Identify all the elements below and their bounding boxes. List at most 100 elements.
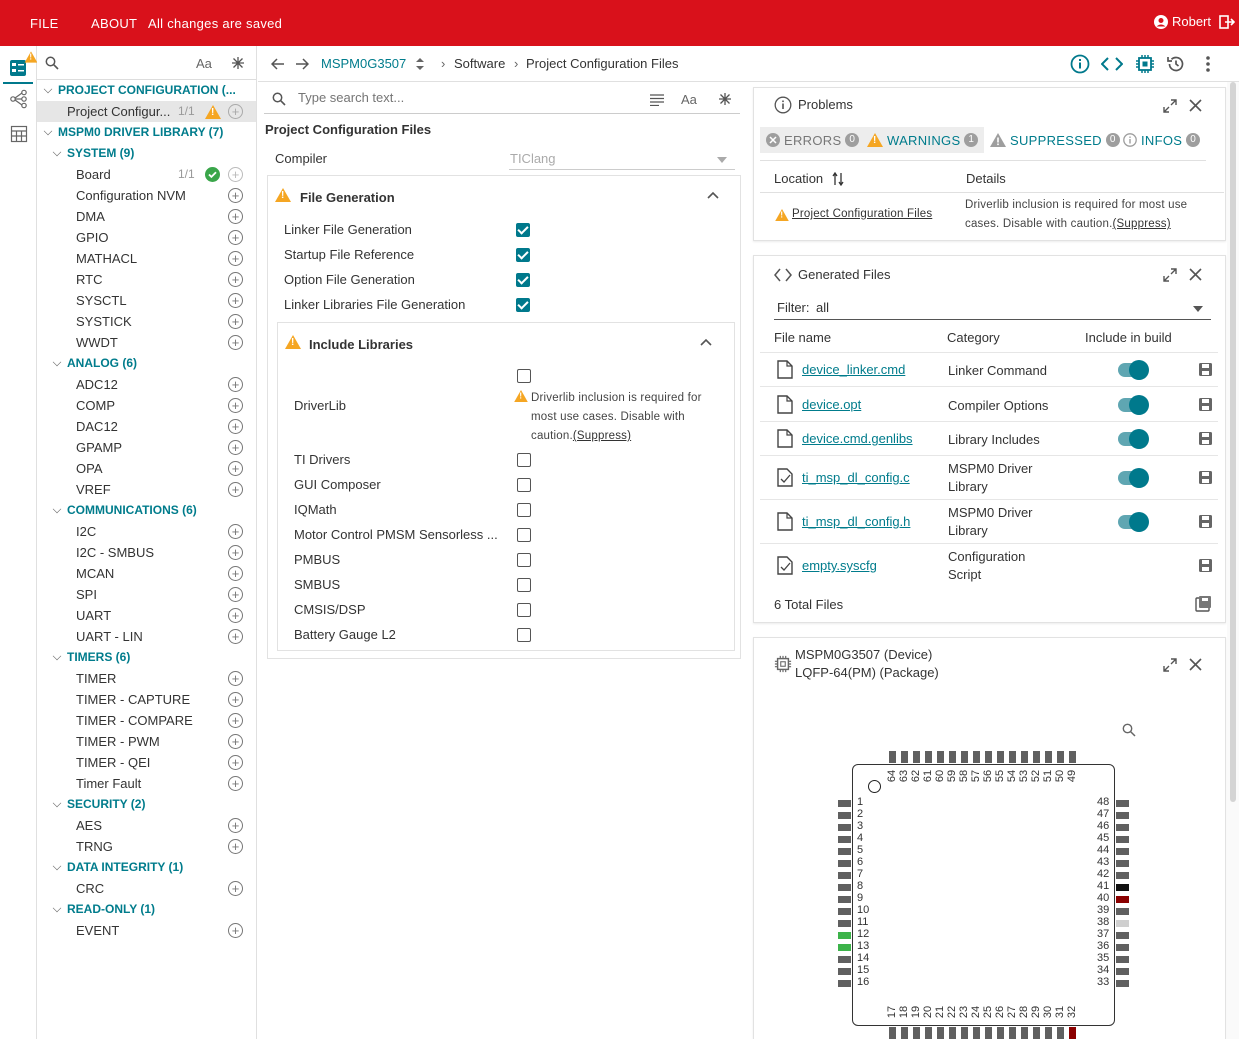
tree-group-3[interactable]: TIMERS (6) (37, 647, 256, 668)
pin[interactable] (961, 751, 968, 763)
tree-item[interactable]: CRC + (37, 878, 256, 899)
pin[interactable] (973, 1027, 980, 1039)
file-menu[interactable]: FILE (30, 16, 59, 31)
pin[interactable] (1057, 751, 1064, 763)
tree-item[interactable]: I2C + (37, 521, 256, 542)
pin[interactable] (925, 1027, 932, 1039)
suppress-link[interactable]: (Suppress) (1113, 218, 1171, 230)
file-name-link[interactable]: device.cmd.genlibs (802, 431, 913, 446)
tree-item[interactable]: ADC12 + (37, 374, 256, 395)
add-module-icon[interactable]: + (228, 755, 243, 770)
add-module-icon[interactable]: + (228, 251, 243, 266)
tree-item[interactable]: DMA + (37, 206, 256, 227)
library-checkbox[interactable] (517, 503, 531, 517)
compiler-select[interactable]: TIClang (509, 148, 735, 170)
pin[interactable] (838, 860, 851, 867)
pin[interactable] (937, 1027, 944, 1039)
tree-item[interactable]: WWDT + (37, 332, 256, 353)
add-module-icon[interactable]: + (228, 713, 243, 728)
pin[interactable] (838, 872, 851, 879)
filegen-checkbox[interactable] (516, 248, 530, 262)
pin[interactable] (961, 1027, 968, 1039)
pin[interactable] (1116, 836, 1129, 843)
tree-project-config-file[interactable]: Project Configur... 1/1 + (37, 101, 256, 122)
add-module-icon[interactable]: + (228, 230, 243, 245)
tab-suppressed[interactable]: SUPPRESSED 0 (984, 127, 1126, 153)
scrollbar-thumb[interactable] (1230, 82, 1236, 802)
tree-item[interactable]: TIMER + (37, 668, 256, 689)
pin[interactable] (1033, 751, 1040, 763)
pin[interactable] (1045, 1027, 1052, 1039)
tree-item[interactable]: VREF + (37, 479, 256, 500)
add-module-icon[interactable]: + (228, 461, 243, 476)
add-module-icon[interactable]: + (228, 440, 243, 455)
breadcrumb-device[interactable]: MSPM0G3507 (321, 56, 406, 71)
library-checkbox[interactable] (517, 578, 531, 592)
pin[interactable] (838, 884, 851, 891)
library-checkbox[interactable] (517, 553, 531, 567)
pin[interactable] (925, 751, 932, 763)
file-name-link[interactable]: ti_msp_dl_config.c (802, 470, 910, 485)
pin[interactable] (1045, 751, 1052, 763)
pin[interactable] (889, 751, 896, 763)
pin[interactable] (1116, 944, 1129, 951)
pin[interactable] (997, 751, 1004, 763)
more-menu-icon[interactable] (1205, 55, 1211, 73)
sparkle-filter-icon[interactable] (718, 92, 732, 106)
tree-item[interactable]: I2C - SMBUS + (37, 542, 256, 563)
zoom-icon[interactable] (1122, 723, 1136, 737)
chevron-down-icon[interactable] (52, 504, 62, 514)
filegen-checkbox[interactable] (516, 273, 530, 287)
library-checkbox[interactable] (517, 603, 531, 617)
pin[interactable] (1116, 800, 1129, 807)
save-icon[interactable] (1198, 558, 1213, 576)
tree-item[interactable]: Timer Fault + (37, 773, 256, 794)
pin[interactable] (949, 751, 956, 763)
tree-item[interactable]: DAC12 + (37, 416, 256, 437)
pin[interactable] (1069, 751, 1076, 763)
tree-group-0[interactable]: SYSTEM (9) (37, 143, 256, 164)
pin[interactable] (973, 751, 980, 763)
collapse-chevron-icon[interactable] (700, 338, 712, 346)
problem-location-link[interactable]: Project Configuration Files (792, 208, 932, 220)
add-module-icon[interactable]: + (228, 335, 243, 350)
add-module-icon[interactable]: + (228, 566, 243, 581)
expand-icon[interactable] (1163, 268, 1177, 282)
pin[interactable] (1057, 1027, 1064, 1039)
tree-group-6[interactable]: READ-ONLY (1) (37, 899, 256, 920)
file-name-link[interactable]: empty.syscfg (802, 558, 877, 573)
match-case-toggle[interactable]: Aa (681, 92, 697, 107)
tab-errors[interactable]: ERRORS 0 (760, 127, 866, 153)
add-module-icon[interactable]: + (228, 482, 243, 497)
chevron-down-icon[interactable] (52, 651, 62, 661)
tree-item[interactable]: MCAN + (37, 563, 256, 584)
tree-group-5[interactable]: DATA INTEGRITY (1) (37, 857, 256, 878)
tree-item[interactable]: UART - LIN + (37, 626, 256, 647)
pin[interactable] (937, 751, 944, 763)
library-checkbox[interactable] (517, 453, 531, 467)
pin[interactable] (838, 932, 851, 939)
pin[interactable] (1021, 1027, 1028, 1039)
pin[interactable] (913, 1027, 920, 1039)
pin[interactable] (985, 751, 992, 763)
tree-item[interactable]: TRNG + (37, 836, 256, 857)
library-checkbox[interactable] (517, 478, 531, 492)
tree-driverlib[interactable]: MSPM0 DRIVER LIBRARY (7) (37, 122, 256, 143)
pin[interactable] (1116, 908, 1129, 915)
pin[interactable] (997, 1027, 1004, 1039)
pin[interactable] (1069, 1027, 1076, 1039)
add-module-icon[interactable]: + (228, 545, 243, 560)
sort-icon[interactable] (832, 172, 844, 186)
pin[interactable] (838, 812, 851, 819)
tree-group-2[interactable]: COMMUNICATIONS (6) (37, 500, 256, 521)
save-icon[interactable] (1198, 470, 1213, 488)
pin[interactable] (1116, 824, 1129, 831)
pin[interactable] (1116, 920, 1129, 927)
tree-item[interactable]: GPIO + (37, 227, 256, 248)
tree-item[interactable]: GPAMP + (37, 437, 256, 458)
chevron-down-icon[interactable] (52, 903, 62, 913)
sidebar-search[interactable]: Aa (37, 46, 256, 80)
close-icon[interactable] (1189, 658, 1202, 671)
tree-item[interactable]: UART + (37, 605, 256, 626)
tree-item[interactable]: TIMER - CAPTURE + (37, 689, 256, 710)
